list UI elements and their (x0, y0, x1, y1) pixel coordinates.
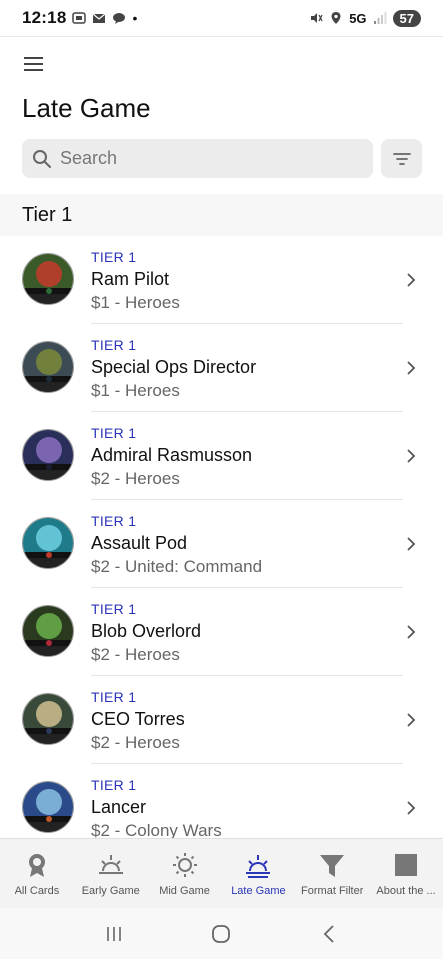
tier-label: TIER 1 (91, 689, 137, 705)
tab-all-cards[interactable]: All Cards (0, 839, 74, 908)
card-name: Special Ops Director (91, 357, 257, 377)
status-time: 12:18 (22, 8, 67, 27)
bottom-tab-bar: All Cards Early Game Mid Game Late Game … (0, 838, 443, 908)
system-nav-bar (0, 908, 443, 959)
filter-lines-icon (392, 152, 411, 165)
chevron-right-icon (407, 273, 416, 287)
tab-label: Format Filter (301, 885, 364, 897)
tab-format-filter[interactable]: Format Filter (295, 839, 369, 908)
card-art-avatar (22, 253, 74, 305)
tier-label: TIER 1 (91, 777, 137, 793)
card-name: Lancer (91, 797, 147, 817)
card-name: CEO Torres (91, 709, 185, 729)
search-input[interactable] (60, 148, 340, 169)
chevron-right-icon (407, 713, 416, 727)
list-item[interactable]: TIER 1 Ram Pilot $1 - Heroes (0, 236, 443, 324)
screenshot-icon (72, 12, 87, 24)
card-name: Ram Pilot (91, 269, 170, 289)
sun-icon (172, 853, 197, 877)
page-title: Late Game (22, 93, 151, 123)
section-header: Tier 1 (0, 194, 443, 236)
chevron-right-icon (407, 537, 416, 551)
list-item[interactable]: TIER 1 Lancer $2 - Colony Wars (0, 764, 443, 838)
home-icon[interactable] (209, 922, 233, 946)
tab-label: All Cards (14, 885, 60, 897)
card-name: Admiral Rasmusson (91, 445, 253, 465)
mute-icon (311, 13, 323, 23)
tier-label: TIER 1 (91, 513, 137, 529)
card-cost-faction: $2 - Heroes (91, 469, 180, 488)
menu-icon[interactable] (22, 53, 48, 75)
card-art-avatar (22, 429, 74, 481)
dot-icon: • (132, 10, 138, 26)
funnel-icon (320, 855, 345, 877)
card-cost-faction: $1 - Heroes (91, 381, 180, 400)
badge-icon (28, 854, 45, 877)
chat-icon (113, 13, 126, 24)
card-art-avatar (22, 693, 74, 745)
card-cost-faction: $1 - Heroes (91, 293, 180, 312)
tab-early-game[interactable]: Early Game (74, 839, 148, 908)
card-art-avatar (22, 341, 74, 393)
card-name: Assault Pod (91, 533, 188, 553)
app-header: Late Game (0, 36, 443, 194)
status-bar: 12:18 • 5G 57 (0, 0, 443, 36)
chevron-right-icon (407, 361, 416, 375)
signal-icon (373, 12, 387, 24)
list-item[interactable]: TIER 1 CEO Torres $2 - Heroes (0, 676, 443, 764)
tab-late-game[interactable]: Late Game (221, 839, 295, 908)
list-item[interactable]: TIER 1 Special Ops Director $1 - Heroes (0, 324, 443, 412)
tab-about-the[interactable]: About the ... (369, 839, 443, 908)
tier-label: TIER 1 (91, 425, 137, 441)
location-icon (331, 12, 341, 24)
tab-label: About the ... (376, 885, 436, 897)
sunrise-icon (98, 855, 123, 874)
battery-badge: 57 (392, 9, 421, 27)
list-item[interactable]: TIER 1 Assault Pod $2 - United: Command (0, 500, 443, 588)
card-list: Tier 1 TIER 1 Ram Pilot $1 - Heroes TIER… (0, 194, 443, 838)
tab-label: Mid Game (159, 885, 210, 897)
chevron-right-icon (407, 801, 416, 815)
card-cost-faction: $2 - Heroes (91, 645, 180, 664)
tab-label: Early Game (81, 885, 140, 897)
chevron-right-icon (407, 449, 416, 463)
recents-icon[interactable] (102, 922, 126, 946)
square-icon (395, 854, 418, 876)
tier-label: TIER 1 (91, 601, 137, 617)
tier-label: TIER 1 (91, 337, 137, 353)
card-art-avatar (22, 605, 74, 657)
card-name: Blob Overlord (91, 621, 202, 641)
search-icon (33, 149, 51, 168)
tier-label: TIER 1 (91, 249, 137, 265)
card-art-avatar (22, 781, 74, 833)
chevron-right-icon (407, 625, 416, 639)
tab-mid-game[interactable]: Mid Game (148, 839, 222, 908)
filter-button[interactable] (381, 139, 422, 178)
card-cost-faction: $2 - United: Command (91, 557, 263, 576)
list-item[interactable]: TIER 1 Blob Overlord $2 - Heroes (0, 588, 443, 676)
network-label: 5G (349, 10, 367, 26)
tab-label: Late Game (231, 885, 286, 897)
card-cost-faction: $2 - Heroes (91, 733, 180, 752)
search-bar[interactable] (22, 139, 373, 178)
card-cost-faction: $2 - Colony Wars (91, 821, 222, 838)
card-art-avatar (22, 517, 74, 569)
mail-icon (93, 13, 106, 23)
back-icon[interactable] (317, 922, 341, 946)
sunset-icon (246, 855, 271, 878)
list-item[interactable]: TIER 1 Admiral Rasmusson $2 - Heroes (0, 412, 443, 500)
